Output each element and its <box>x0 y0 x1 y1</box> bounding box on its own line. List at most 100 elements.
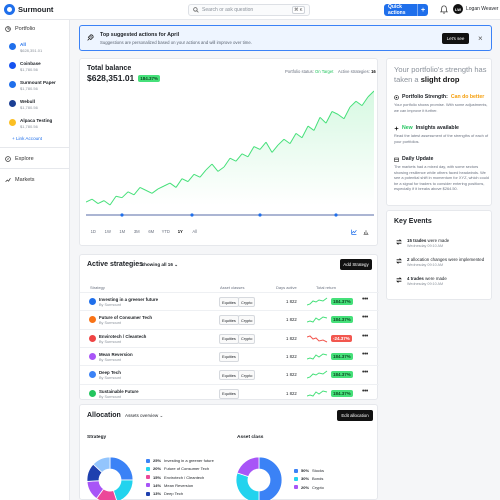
col-total-return[interactable]: Total return <box>316 285 336 290</box>
asset-chip: Crypto <box>238 370 256 381</box>
timeframe-tab[interactable]: 1Y <box>173 229 188 234</box>
strategy-icon <box>89 334 96 342</box>
strength-heading-bold: slight drop <box>420 74 460 84</box>
days-active: 1 822 <box>286 317 297 323</box>
balance-row: $628,351.01 184.37% <box>87 73 161 83</box>
asset-chip: Equities <box>219 297 239 307</box>
table-row[interactable]: Envirotech / Cleantech By Surmount Equitie… <box>80 328 379 348</box>
strategy-name: Sustainable Future <box>99 388 139 394</box>
plus-icon[interactable]: + <box>417 4 428 16</box>
more-options-icon[interactable]: ••• <box>362 296 368 303</box>
bell-icon[interactable] <box>440 5 448 14</box>
event-item[interactable]: 4 trades were made Wednesday 09:10 AM <box>396 276 491 286</box>
slider-handle[interactable] <box>258 213 262 217</box>
status-value: On Target <box>315 69 334 74</box>
table-row[interactable]: Future of Consumer Tech By Surmount Equiti… <box>80 310 379 329</box>
nav-explore[interactable]: Explore <box>0 150 69 168</box>
strategy-icon <box>89 389 96 397</box>
timeframe-tab[interactable]: 6M <box>144 229 159 234</box>
more-options-icon[interactable]: ••• <box>362 388 368 395</box>
strategies-filter[interactable]: Showing all 16 ⌄ <box>141 262 178 268</box>
search-icon <box>193 7 199 13</box>
strength-title-text: Portfolio Strength: <box>402 94 448 100</box>
balance-label: Total balance <box>87 65 132 72</box>
slider-handle[interactable] <box>120 213 124 217</box>
table-row[interactable]: Investing in a greener future By Surmount… <box>80 292 379 311</box>
legend-name: Envirotech / Cleantech <box>164 474 205 480</box>
col-days-active[interactable]: Days active <box>276 285 297 290</box>
sidebar-account-item[interactable]: All $628,351.01 <box>0 38 69 57</box>
nav-portfolio[interactable]: Portfolio <box>0 20 69 38</box>
legend-name: Crypto <box>312 484 324 490</box>
timeframe-tab[interactable]: 3M <box>130 229 145 234</box>
event-item[interactable]: 2 allocation changes were implemented Wed… <box>396 257 491 267</box>
days-active: 1 822 <box>286 353 297 359</box>
more-options-icon[interactable]: ••• <box>362 369 368 376</box>
user-menu[interactable]: LW Logan Weaver <box>453 4 498 14</box>
portfolio-status: Portfolio status: On Target <box>285 69 333 74</box>
active-value: 16 <box>371 69 376 74</box>
lets-see-button[interactable]: Let's see <box>442 33 469 44</box>
timeframe-tab[interactable]: YTD <box>159 229 174 234</box>
insights-title-text: Insights available <box>415 125 459 131</box>
event-text: 2 allocation changes were implemented Wed… <box>407 257 484 267</box>
total-return: 184.37% <box>331 316 353 324</box>
table-row[interactable]: Mean Reversion By Surmount Equities 1 822 18… <box>80 346 379 366</box>
account-icon <box>9 80 16 88</box>
legend-swatch <box>294 476 298 481</box>
account-text: All $628,351.01 <box>20 42 42 53</box>
more-options-icon[interactable]: ••• <box>362 351 368 358</box>
allocation-dropdown-label: Assets overview <box>125 413 159 418</box>
sidebar-account-item[interactable]: Webull $1,780.56 <box>0 95 69 114</box>
legend-name: Investing in a greener future <box>164 458 214 463</box>
strategies-card: Active strategies Showing all 16 ⌄ Add S… <box>79 254 379 403</box>
trade-icon <box>396 277 402 283</box>
col-asset-classes[interactable]: Asset classes <box>220 285 244 290</box>
col-strategy[interactable]: Strategy <box>90 285 105 290</box>
strategy-icon <box>89 298 96 305</box>
line-chart-icon[interactable] <box>351 229 357 235</box>
account-icon <box>9 42 16 50</box>
timeframe-tab[interactable]: 1M <box>115 229 130 234</box>
timeframe-tab[interactable]: 1W <box>101 229 116 234</box>
allocation-title: Allocation <box>87 412 121 419</box>
total-return: -24.37% <box>331 334 352 342</box>
sidebar-account-item[interactable]: Surmount Paper $1,780.56 <box>0 76 69 95</box>
table-row[interactable]: Sustainable Future By Surmount Equities 1 8… <box>80 383 379 403</box>
event-text: 4 trades were made Wednesday 09:10 AM <box>407 276 447 286</box>
link-account-link[interactable]: + Link Account <box>0 133 69 147</box>
portfolio-icon <box>5 26 11 32</box>
more-options-icon[interactable]: ••• <box>362 314 368 321</box>
legend-name: Stocks <box>312 468 325 473</box>
days-active: 1 822 <box>286 390 297 396</box>
add-strategy-button[interactable]: Add Strategy <box>340 259 372 270</box>
user-name: Logan Weaver <box>466 6 499 12</box>
timeframe-tab[interactable]: 1D <box>86 229 101 234</box>
timeframe-tab[interactable]: All <box>188 229 203 234</box>
return-sparkline <box>307 389 328 397</box>
close-icon[interactable]: × <box>478 34 483 43</box>
event-rest: were made <box>425 276 447 281</box>
key-events-list: 15 trades were made Wednesday 09:10 AM 2 a… <box>396 238 491 295</box>
allocation-dropdown[interactable]: Assets overview ⌄ <box>125 413 163 419</box>
more-options-icon[interactable]: ••• <box>362 333 368 340</box>
event-item[interactable]: 15 trades were made Wednesday 09:10 AM <box>396 238 491 248</box>
bar-chart-icon[interactable] <box>363 229 369 235</box>
edit-allocation-button[interactable]: Edit allocation <box>337 410 373 421</box>
sidebar-account-item[interactable]: Coinbase $1,780.56 <box>0 57 69 76</box>
app-logo[interactable]: Surmount <box>4 4 53 15</box>
search-input[interactable]: Search or ask question ⌘ K <box>188 4 310 16</box>
slider-handle[interactable] <box>334 213 338 217</box>
search-placeholder: Search or ask question <box>202 7 254 13</box>
insights-section[interactable]: New Insights available Read the latest a… <box>394 125 489 144</box>
account-icon <box>9 61 16 69</box>
markets-icon <box>5 178 11 183</box>
account-value: $1,780.56 <box>20 124 38 129</box>
table-row[interactable]: Deep Tech By Surmount Equities Crypto 1 822 1… <box>80 365 379 384</box>
sidebar-account-item[interactable]: Alpaca Testing $1,780.56 <box>0 114 69 133</box>
quick-actions-button[interactable]: Quick actions + <box>384 4 428 16</box>
nav-markets[interactable]: Markets <box>0 171 69 189</box>
range-slider[interactable] <box>86 211 374 219</box>
strategy-name: Investing in a greener future <box>99 297 159 302</box>
slider-handle[interactable] <box>190 213 194 217</box>
